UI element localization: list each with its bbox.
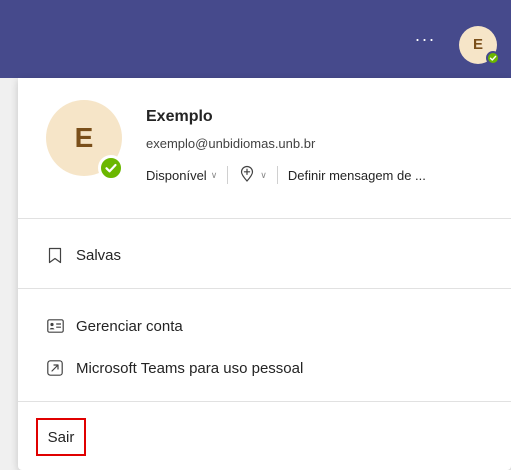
location-dropdown[interactable]: ∨ [238,165,267,186]
avatar-initial: E [74,122,94,153]
profile-menu-panel: E Exemplo exemplo@unbidiomas.unb.br Disp… [18,78,511,470]
external-link-icon [46,359,64,377]
status-label: Disponível [146,167,207,183]
chevron-down-icon: ∨ [210,169,218,180]
saved-item[interactable]: Salvas [46,241,121,269]
teams-personal-label: Microsoft Teams para uso pessoal [76,359,304,377]
sign-out-button[interactable]: Sair [36,418,86,456]
user-name: Exemplo [146,108,213,125]
teams-personal-item[interactable]: Microsoft Teams para uso pessoal [46,354,303,382]
status-dropdown[interactable]: Disponível ∨ [146,168,217,183]
divider [227,166,229,184]
user-email: exemplo@unbidiomas.unb.br [146,136,316,151]
status-available-icon [486,51,500,65]
divider [18,218,511,219]
divider [18,288,511,289]
bookmark-icon [46,246,64,264]
more-options-button[interactable]: ··· [409,30,441,52]
saved-label: Salvas [76,246,122,264]
status-message-button[interactable]: Definir mensagem de ... [288,168,426,183]
add-location-icon [238,165,256,186]
manage-account-item[interactable]: Gerenciar conta [46,312,183,340]
id-card-icon [46,317,64,335]
status-row: Disponível ∨ ∨ Definir mensagem de ... [146,164,426,186]
status-message-label: Definir mensagem de ... [287,167,426,183]
sign-out-label: Sair [47,428,75,446]
top-bar: ··· E [0,0,511,78]
avatar-initial: E [472,36,483,53]
divider [276,166,278,184]
manage-account-label: Gerenciar conta [76,317,183,335]
chevron-down-icon: ∨ [260,169,267,180]
divider [18,401,511,402]
status-available-icon [98,155,124,181]
